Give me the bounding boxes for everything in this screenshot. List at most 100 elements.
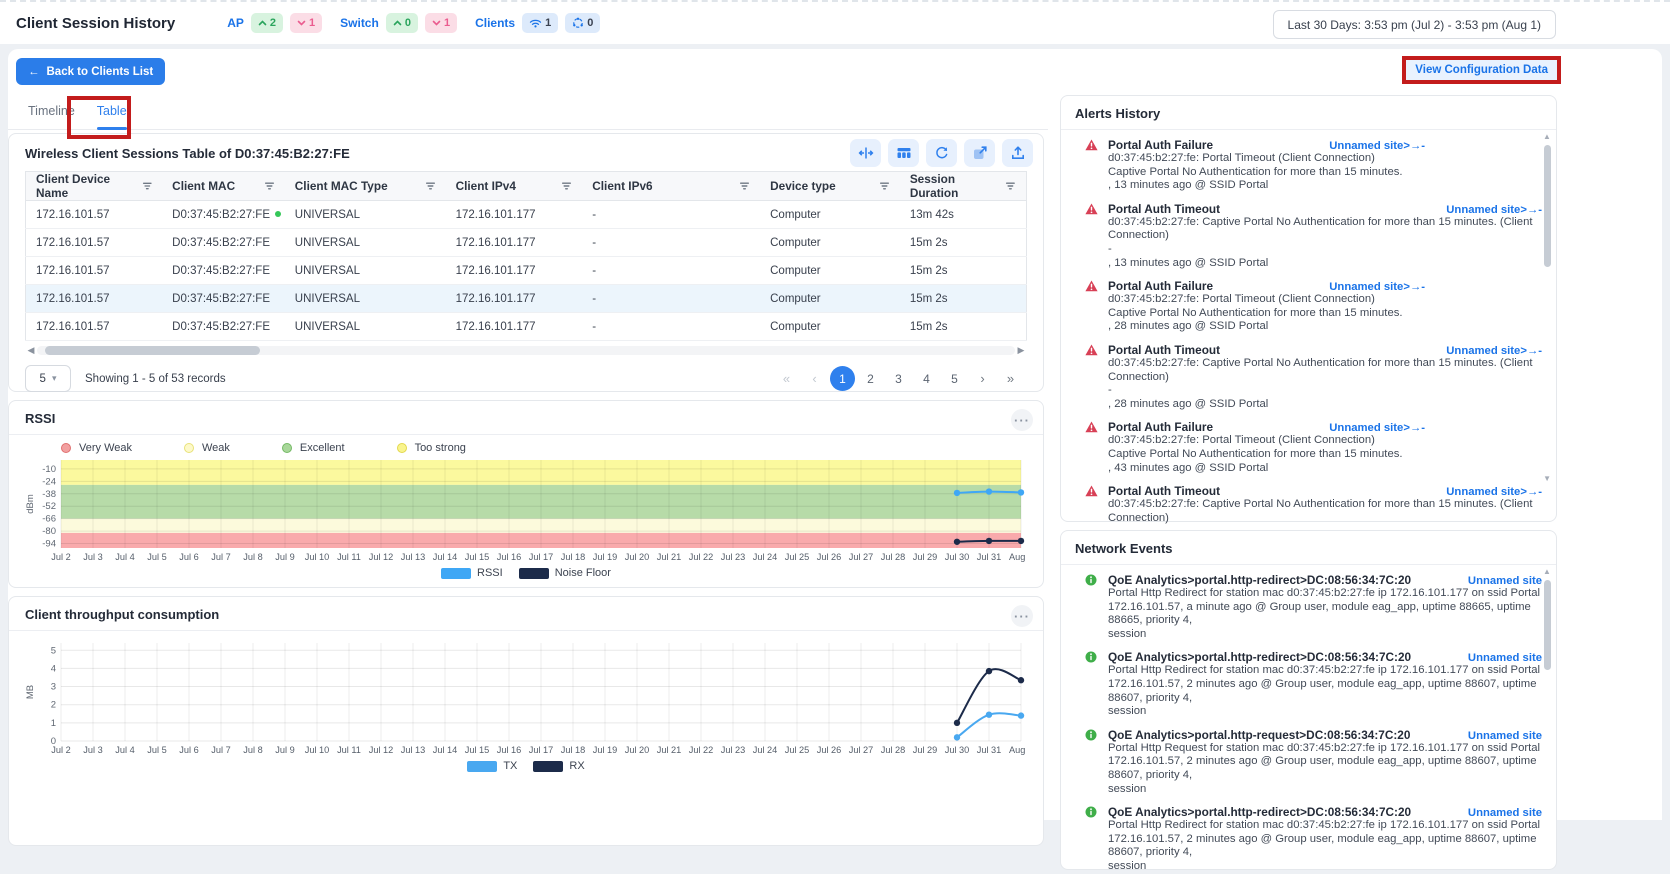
open-external-button[interactable] — [964, 139, 995, 167]
vscroll-thumb[interactable] — [1544, 145, 1551, 267]
site-link[interactable]: Unnamed site>→- — [1416, 486, 1542, 498]
cell-client-mac: D0:37:45:B2:27:FE — [162, 313, 285, 341]
vscroll-thumb[interactable] — [1544, 580, 1551, 670]
date-range-picker[interactable]: Last 30 Days: 3:53 pm (Jul 2) - 3:53 pm … — [1273, 10, 1556, 39]
table-horizontal-scrollbar[interactable]: ◀ ▶ — [25, 344, 1027, 356]
svg-text:Jul 16: Jul 16 — [497, 745, 522, 755]
series-color-swatch — [467, 761, 497, 772]
svg-text:-66: -66 — [42, 514, 56, 525]
ap-down-badge[interactable]: 1 — [290, 13, 322, 33]
top-header: Client Session History AP 2 1 Switch 0 1… — [0, 0, 1670, 44]
svg-text:Jul 20: Jul 20 — [625, 745, 650, 755]
prev-page-button[interactable]: ‹ — [802, 366, 827, 391]
filter-icon[interactable] — [142, 181, 153, 191]
cell-client-mac-type: UNIVERSAL — [285, 285, 446, 313]
scroll-left-icon[interactable]: ◀ — [25, 345, 37, 356]
event-item-title: QoE Analytics>portal.http-redirect>DC:08… — [1108, 650, 1411, 664]
last-page-button[interactable]: » — [998, 366, 1023, 391]
scroll-up-icon[interactable]: ▲ — [1543, 567, 1551, 576]
svg-text:Jul 9: Jul 9 — [275, 552, 294, 562]
site-link[interactable]: Unnamed site>→- — [1416, 345, 1542, 357]
band-legend-label: Weak — [202, 442, 230, 454]
svg-text:Jul 17: Jul 17 — [529, 745, 554, 755]
alert-item: Portal Auth TimeoutUnnamed site>→-d0:37:… — [1085, 343, 1542, 411]
cell-client-ipv4: 172.16.101.177 — [446, 201, 583, 229]
clients-wifi-badge[interactable]: 1 — [522, 13, 558, 33]
series-legend-label: RX — [569, 760, 584, 772]
site-link[interactable]: Unnamed site>→- — [1299, 281, 1425, 293]
svg-text:Jul 5: Jul 5 — [147, 552, 166, 562]
alert-item-title: Portal Auth Failure — [1108, 279, 1213, 293]
hscroll-track[interactable] — [37, 346, 1015, 355]
cell-client-ipv4: 172.16.101.177 — [446, 313, 583, 341]
export-button[interactable] — [1002, 139, 1033, 167]
table-row[interactable]: 172.16.101.57D0:37:45:B2:27:FEUNIVERSAL1… — [26, 313, 1027, 341]
warning-icon — [1085, 280, 1098, 292]
svg-text:Jul 30: Jul 30 — [945, 552, 970, 562]
filter-icon[interactable] — [264, 181, 275, 191]
info-icon — [1085, 574, 1097, 586]
view-configuration-data-button[interactable]: View Configuration Data — [1406, 60, 1557, 80]
cell-client-mac-type: UNIVERSAL — [285, 257, 446, 285]
filter-icon[interactable] — [425, 181, 436, 191]
chevron-up-icon — [393, 19, 402, 27]
band-color-dot — [61, 443, 71, 453]
scroll-up-icon[interactable]: ▲ — [1543, 132, 1551, 141]
svg-text:Jul 12: Jul 12 — [369, 745, 394, 755]
card-menu-button[interactable]: ··· — [1011, 605, 1033, 627]
site-link[interactable]: Unnamed site>→- — [1416, 204, 1542, 216]
site-link[interactable]: Unnamed site — [1438, 575, 1542, 587]
refresh-icon — [934, 145, 950, 161]
table-row[interactable]: 172.16.101.57D0:37:45:B2:27:FEUNIVERSAL1… — [26, 229, 1027, 257]
network-events-card: Network Events QoE Analytics>portal.http… — [1060, 530, 1557, 870]
table-row[interactable]: 172.16.101.57D0:37:45:B2:27:FEUNIVERSAL1… — [26, 285, 1027, 313]
series-legend-item: RSSI — [441, 567, 503, 579]
switch-up-badge[interactable]: 0 — [386, 13, 418, 33]
site-link[interactable]: Unnamed site — [1438, 807, 1542, 819]
page-button-4[interactable]: 4 — [914, 366, 939, 391]
scroll-down-icon[interactable]: ▼ — [1543, 474, 1551, 483]
events-vertical-scrollbar[interactable]: ▲ — [1541, 567, 1553, 670]
page-button-5[interactable]: 5 — [942, 366, 967, 391]
svg-text:MB: MB — [25, 685, 36, 699]
site-link[interactable]: Unnamed site — [1438, 730, 1542, 742]
site-link[interactable]: Unnamed site>→- — [1299, 140, 1425, 152]
records-summary: Showing 1 - 5 of 53 records — [85, 373, 226, 385]
table-row[interactable]: 172.16.101.57D0:37:45:B2:27:FEUNIVERSAL1… — [26, 257, 1027, 285]
info-icon — [1085, 806, 1097, 818]
card-menu-button[interactable]: ··· — [1011, 409, 1033, 431]
first-page-button[interactable]: « — [774, 366, 799, 391]
filter-icon[interactable] — [561, 181, 572, 191]
page-button-2[interactable]: 2 — [858, 366, 883, 391]
band-legend-label: Too strong — [415, 442, 466, 454]
filter-icon[interactable] — [879, 181, 890, 191]
band-legend-item: Weak — [184, 442, 230, 454]
tab-timeline[interactable]: Timeline — [28, 95, 75, 129]
filter-icon[interactable] — [1005, 181, 1016, 191]
rssi-band-legend: Very WeakWeakExcellentToo strong — [61, 442, 1027, 454]
switch-down-badge[interactable]: 1 — [425, 13, 457, 33]
scroll-right-icon[interactable]: ▶ — [1015, 345, 1027, 356]
back-to-clients-button[interactable]: ← Back to Clients List — [16, 58, 165, 85]
refresh-button[interactable] — [926, 139, 957, 167]
filter-icon[interactable] — [739, 181, 750, 191]
cell-client-mac-type: UNIVERSAL — [285, 313, 446, 341]
fit-columns-button[interactable] — [850, 139, 881, 167]
svg-text:Jul 3: Jul 3 — [83, 552, 102, 562]
site-link[interactable]: Unnamed site — [1438, 652, 1542, 664]
hscroll-thumb[interactable] — [45, 346, 260, 355]
clients-mesh-badge[interactable]: 0 — [565, 13, 600, 33]
alerts-vertical-scrollbar[interactable]: ▲ — [1541, 132, 1553, 267]
table-row[interactable]: 172.16.101.57D0:37:45:B2:27:FEUNIVERSAL1… — [26, 201, 1027, 229]
page-button-1[interactable]: 1 — [830, 366, 855, 391]
tab-table[interactable]: Table — [97, 95, 127, 129]
band-color-dot — [282, 443, 292, 453]
page-button-3[interactable]: 3 — [886, 366, 911, 391]
manage-columns-button[interactable] — [888, 139, 919, 167]
page-size-select[interactable]: 5 ▾ — [25, 365, 71, 392]
site-link[interactable]: Unnamed site>→- — [1299, 422, 1425, 434]
svg-text:-24: -24 — [42, 476, 56, 487]
ap-up-badge[interactable]: 2 — [251, 13, 283, 33]
event-item-title: QoE Analytics>portal.http-request>DC:08:… — [1108, 728, 1410, 742]
next-page-button[interactable]: › — [970, 366, 995, 391]
